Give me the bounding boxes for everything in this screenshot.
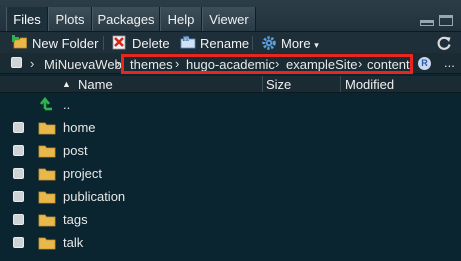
folder-icon — [38, 168, 56, 181]
breadcrumb-item-minuevaweb[interactable]: MiNuevaWeb — [44, 57, 122, 72]
maximize-pane-button[interactable] — [439, 15, 453, 26]
minimize-pane-button[interactable] — [420, 20, 434, 26]
file-name[interactable]: tags — [63, 212, 88, 227]
pane-tab-bar: Files Plots Packages Help Viewer — [0, 0, 461, 32]
row-checkbox[interactable] — [13, 191, 24, 202]
folder-icon — [38, 191, 56, 204]
new-folder-label: New Folder — [32, 36, 99, 51]
breadcrumb-overflow-button[interactable]: ... — [444, 55, 455, 70]
svg-text:ab: ab — [184, 37, 190, 43]
dropdown-caret-icon: ▾ — [314, 40, 319, 50]
select-all-checkbox[interactable] — [11, 57, 22, 68]
row-checkbox[interactable] — [13, 145, 24, 156]
file-list-header: ▲ Name Size Modified — [0, 76, 461, 93]
list-item-parent-directory[interactable]: .. — [0, 93, 461, 116]
rename-icon: ab — [180, 36, 196, 49]
list-item[interactable]: post — [0, 139, 461, 162]
r-project-icon[interactable]: R — [418, 57, 431, 70]
tab-files[interactable]: Files — [6, 7, 48, 31]
rename-label: Rename — [200, 36, 250, 51]
file-name[interactable]: .. — [63, 97, 70, 112]
file-name[interactable]: talk — [63, 235, 83, 250]
file-name[interactable]: project — [63, 166, 102, 181]
column-divider — [262, 76, 263, 92]
folder-icon — [38, 237, 56, 250]
tab-plots[interactable]: Plots — [48, 7, 92, 31]
sort-ascending-icon[interactable]: ▲ — [62, 79, 71, 89]
row-checkbox[interactable] — [13, 168, 24, 179]
more-label: More ▾ — [281, 36, 319, 51]
list-item[interactable]: publication — [0, 185, 461, 208]
column-size[interactable]: Size — [266, 77, 291, 92]
column-name[interactable]: Name — [78, 77, 113, 92]
folder-icon — [38, 122, 56, 135]
column-divider — [340, 76, 341, 92]
up-arrow-icon — [39, 97, 52, 111]
tab-packages[interactable]: Packages — [92, 7, 160, 31]
list-item[interactable]: talk — [0, 231, 461, 254]
rename-button[interactable]: ab Rename — [178, 35, 249, 51]
toolbar-divider — [252, 36, 253, 50]
tab-help[interactable]: Help — [160, 7, 202, 31]
list-item[interactable]: tags — [0, 208, 461, 231]
breadcrumb-separator: › — [30, 56, 35, 71]
new-folder-button[interactable]: New Folder — [10, 35, 99, 51]
refresh-icon[interactable] — [436, 35, 452, 51]
list-item[interactable]: project — [0, 162, 461, 185]
row-checkbox[interactable] — [13, 122, 24, 133]
gear-icon — [262, 36, 276, 50]
file-name[interactable]: home — [63, 120, 96, 135]
file-name[interactable]: publication — [63, 189, 125, 204]
delete-button[interactable]: Delete — [110, 35, 170, 51]
folder-icon — [38, 214, 56, 227]
list-item[interactable]: home — [0, 116, 461, 139]
folder-icon — [38, 145, 56, 158]
row-checkbox[interactable] — [13, 214, 24, 225]
delete-icon — [112, 35, 126, 50]
file-name[interactable]: post — [63, 143, 88, 158]
toolbar-divider — [103, 36, 104, 50]
row-checkbox[interactable] — [13, 237, 24, 248]
breadcrumb-separator: › — [116, 56, 121, 71]
delete-label: Delete — [132, 36, 170, 51]
more-button[interactable]: More ▾ — [259, 35, 321, 51]
column-modified[interactable]: Modified — [345, 77, 394, 92]
tab-viewer[interactable]: Viewer — [202, 7, 256, 31]
breadcrumb-highlight-annotation — [121, 54, 413, 74]
files-toolbar: New Folder Delete ab Rename More ▾ — [0, 32, 461, 54]
new-folder-icon — [12, 35, 27, 49]
